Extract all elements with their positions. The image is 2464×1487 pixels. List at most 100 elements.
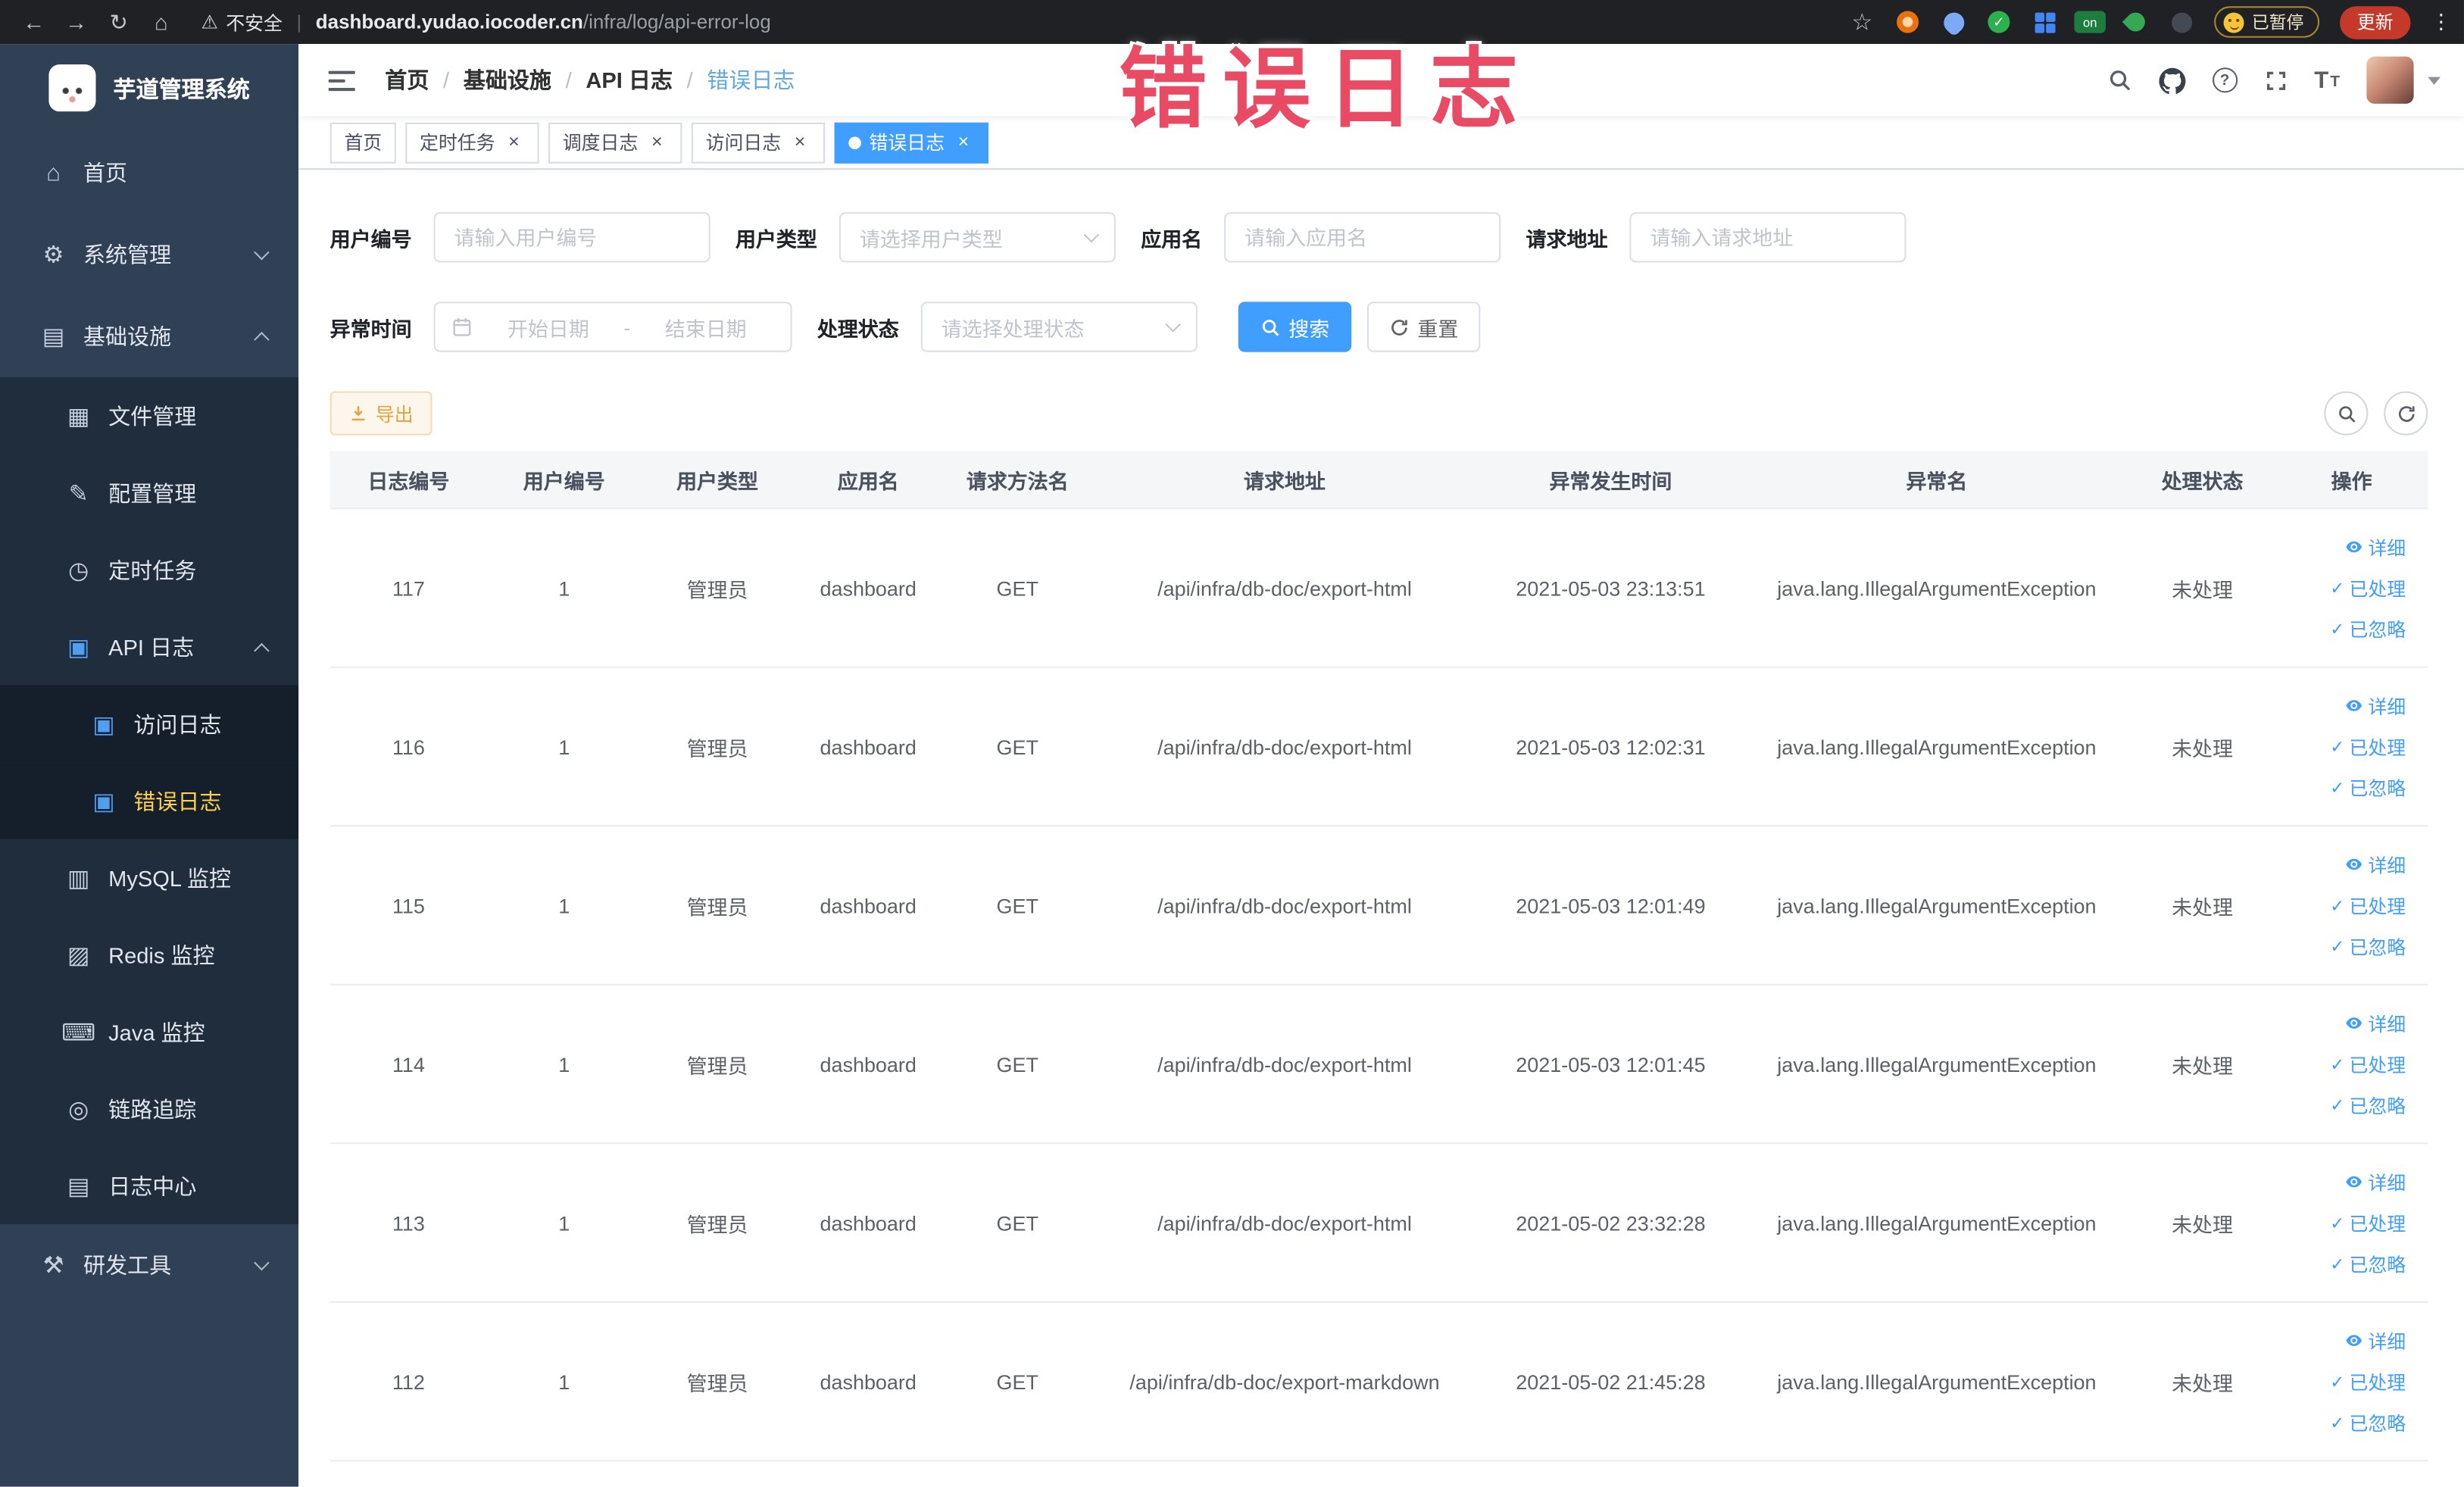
extension-icon-1[interactable] [1895,9,1920,34]
action-ignored-link[interactable]: ✓ 已忽略 [2330,774,2406,801]
cell-id: 112 [392,1370,425,1394]
paused-badge[interactable]: 已暂停 [2214,6,2320,38]
site-security[interactable]: ⚠ 不安全 [201,8,283,35]
action-detail-link[interactable]: 详细 [2344,692,2406,719]
sidebar-item-redis-monitor[interactable]: ▨ Redis 监控 [0,916,299,994]
reload-button[interactable]: ↻ [98,3,140,41]
fullscreen-icon[interactable] [2264,68,2288,92]
extension-icon-2[interactable] [1938,7,1968,37]
sidebar-item-label: 配置管理 [108,480,197,505]
reset-button[interactable]: 重置 [1366,301,1481,352]
action-label: 已处理 [2349,577,2406,600]
export-button[interactable]: 导出 [329,391,433,436]
filter-row-1: 用户编号 用户类型 请选择用户类型 应用名 [330,212,2428,263]
chevron-down-icon[interactable] [2428,76,2441,84]
sidebar-item-error-log[interactable]: ▣ 错误日志 [0,762,299,839]
avatar[interactable] [2366,56,2414,104]
search-icon [1262,319,1279,336]
tab-scheduled-jobs[interactable]: 定时任务 × [405,121,539,163]
tab-close-icon[interactable]: × [789,130,811,153]
hamburger-icon[interactable] [322,62,361,98]
cell-time: 2021-05-03 23:13:51 [1516,576,1706,600]
sidebar-item-infrastructure[interactable]: ▤ 基础设施 [0,295,298,377]
breadcrumb-item[interactable]: 首页 [385,64,429,95]
eye-icon [2344,1331,2363,1350]
tab-home[interactable]: 首页 [329,121,396,163]
action-processed-link[interactable]: ✓ 已处理 [2330,733,2406,760]
breadcrumb-separator: / [443,67,450,93]
sidebar-item-log-center[interactable]: ▤ 日志中心 [0,1147,299,1225]
sidebar-item-label: 基础设施 [83,323,172,349]
tab-error-log[interactable]: 错误日志 × [834,121,989,163]
sidebar-item-api-log[interactable]: ▣ API 日志 [0,608,299,686]
update-button[interactable]: 更新 [2340,5,2411,39]
search-button[interactable]: 搜索 [1238,301,1352,352]
tab-close-icon[interactable]: × [952,130,974,153]
breadcrumb-item[interactable]: API 日志 [586,64,673,95]
refresh-button[interactable] [2384,391,2428,436]
app-name-input[interactable] [1224,212,1501,263]
help-icon[interactable]: ? [2212,67,2238,93]
back-button[interactable]: ← [13,3,55,41]
forward-button[interactable]: → [55,3,98,41]
action-processed-link[interactable]: ✓ 已处理 [2330,1051,2406,1077]
extension-icon-3[interactable]: ✓ [1986,9,2011,34]
action-processed-link[interactable]: ✓ 已处理 [2330,1368,2406,1395]
action-label: 已忽略 [2349,1412,2406,1435]
extension-on-badge[interactable]: on [2074,9,2106,34]
sidebar-item-mysql-monitor[interactable]: ▥ MySQL 监控 [0,839,299,917]
action-ignored-link[interactable]: ✓ 已忽略 [2330,932,2406,959]
home-button[interactable]: ⌂ [140,3,183,41]
action-detail-link[interactable]: 详细 [2344,851,2406,877]
user-id-input[interactable] [433,212,710,263]
action-detail-link[interactable]: 详细 [2344,1168,2406,1195]
font-size-icon[interactable]: TT [2314,68,2340,92]
bookmark-star-icon[interactable]: ☆ [1850,9,1875,36]
scheduled-job-icon: ◷ [68,557,89,584]
action-processed-link[interactable]: ✓ 已处理 [2330,574,2406,601]
cell-exception: java.lang.IllegalArgumentException [1777,576,2097,600]
github-icon[interactable] [2158,67,2185,94]
breadcrumb-item[interactable]: 基础设施 [464,64,551,95]
sidebar-item-access-log[interactable]: ▣ 访问日志 [0,685,299,763]
toolbar-row: 导出 [329,391,2428,436]
exception-time-range-picker[interactable]: 开始日期 - 结束日期 [433,301,792,352]
config-manage-icon: ✎ [68,480,89,508]
action-detail-link[interactable]: 详细 [2344,533,2406,560]
hide-search-button[interactable] [2324,391,2369,436]
tab-access-log[interactable]: 访问日志 × [691,121,826,163]
sidebar-item-scheduled-jobs[interactable]: ◷ 定时任务 [0,531,299,608]
tab-dispatch-log[interactable]: 调度日志 × [548,121,682,163]
action-detail-link[interactable]: 详细 [2344,1010,2406,1036]
sidebar-item-java-monitor[interactable]: ⌨ Java 监控 [0,993,299,1070]
extension-icon-4[interactable] [2031,9,2056,34]
sidebar-item-config-management[interactable]: ✎ 配置管理 [0,454,299,532]
sidebar-item-dev-tools[interactable]: ⚒ 研发工具 [0,1224,298,1306]
action-ignored-link[interactable]: ✓ 已忽略 [2330,615,2406,642]
action-label: 详细 [2368,1171,2406,1194]
sidebar-item-trace[interactable]: ◎ 链路追踪 [0,1070,299,1148]
action-processed-link[interactable]: ✓ 已处理 [2330,1209,2406,1236]
action-detail-link[interactable]: 详细 [2344,1327,2406,1354]
action-processed-link[interactable]: ✓ 已处理 [2330,892,2406,918]
extension-leaf-icon[interactable] [2122,8,2149,36]
action-ignored-link[interactable]: ✓ 已忽略 [2330,1092,2406,1118]
user-type-select[interactable]: 请选择用户类型 [839,212,1116,263]
browser-menu-icon[interactable]: ⋮ [2431,9,2451,34]
action-ignored-link[interactable]: ✓ 已忽略 [2330,1250,2406,1276]
sidebar-logo[interactable]: 芋道管理系统 [0,44,298,132]
sidebar-item-home[interactable]: ⌂ 首页 [0,132,298,214]
request-url-input[interactable] [1629,212,1907,263]
tab-close-icon[interactable]: × [503,130,525,153]
address-bar[interactable]: ⚠ 不安全 | dashboard.yudao.iocoder.cn/infra… [201,8,1831,35]
sidebar-item-file-management[interactable]: ▦ 文件管理 [0,376,299,455]
sidebar-item-label: 错误日志 [133,788,222,814]
action-ignored-link[interactable]: ✓ 已忽略 [2330,1409,2406,1435]
search-icon[interactable] [2106,67,2131,92]
extension-paw-icon[interactable] [2169,9,2194,34]
sidebar-item-system-management[interactable]: ⚙ 系统管理 [0,214,298,295]
dev-tools-icon: ⚒ [42,1252,64,1279]
breadcrumb-item[interactable]: 错误日志 [707,64,795,95]
process-status-select[interactable]: 请选择处理状态 [920,301,1198,352]
tab-close-icon[interactable]: × [646,130,668,153]
